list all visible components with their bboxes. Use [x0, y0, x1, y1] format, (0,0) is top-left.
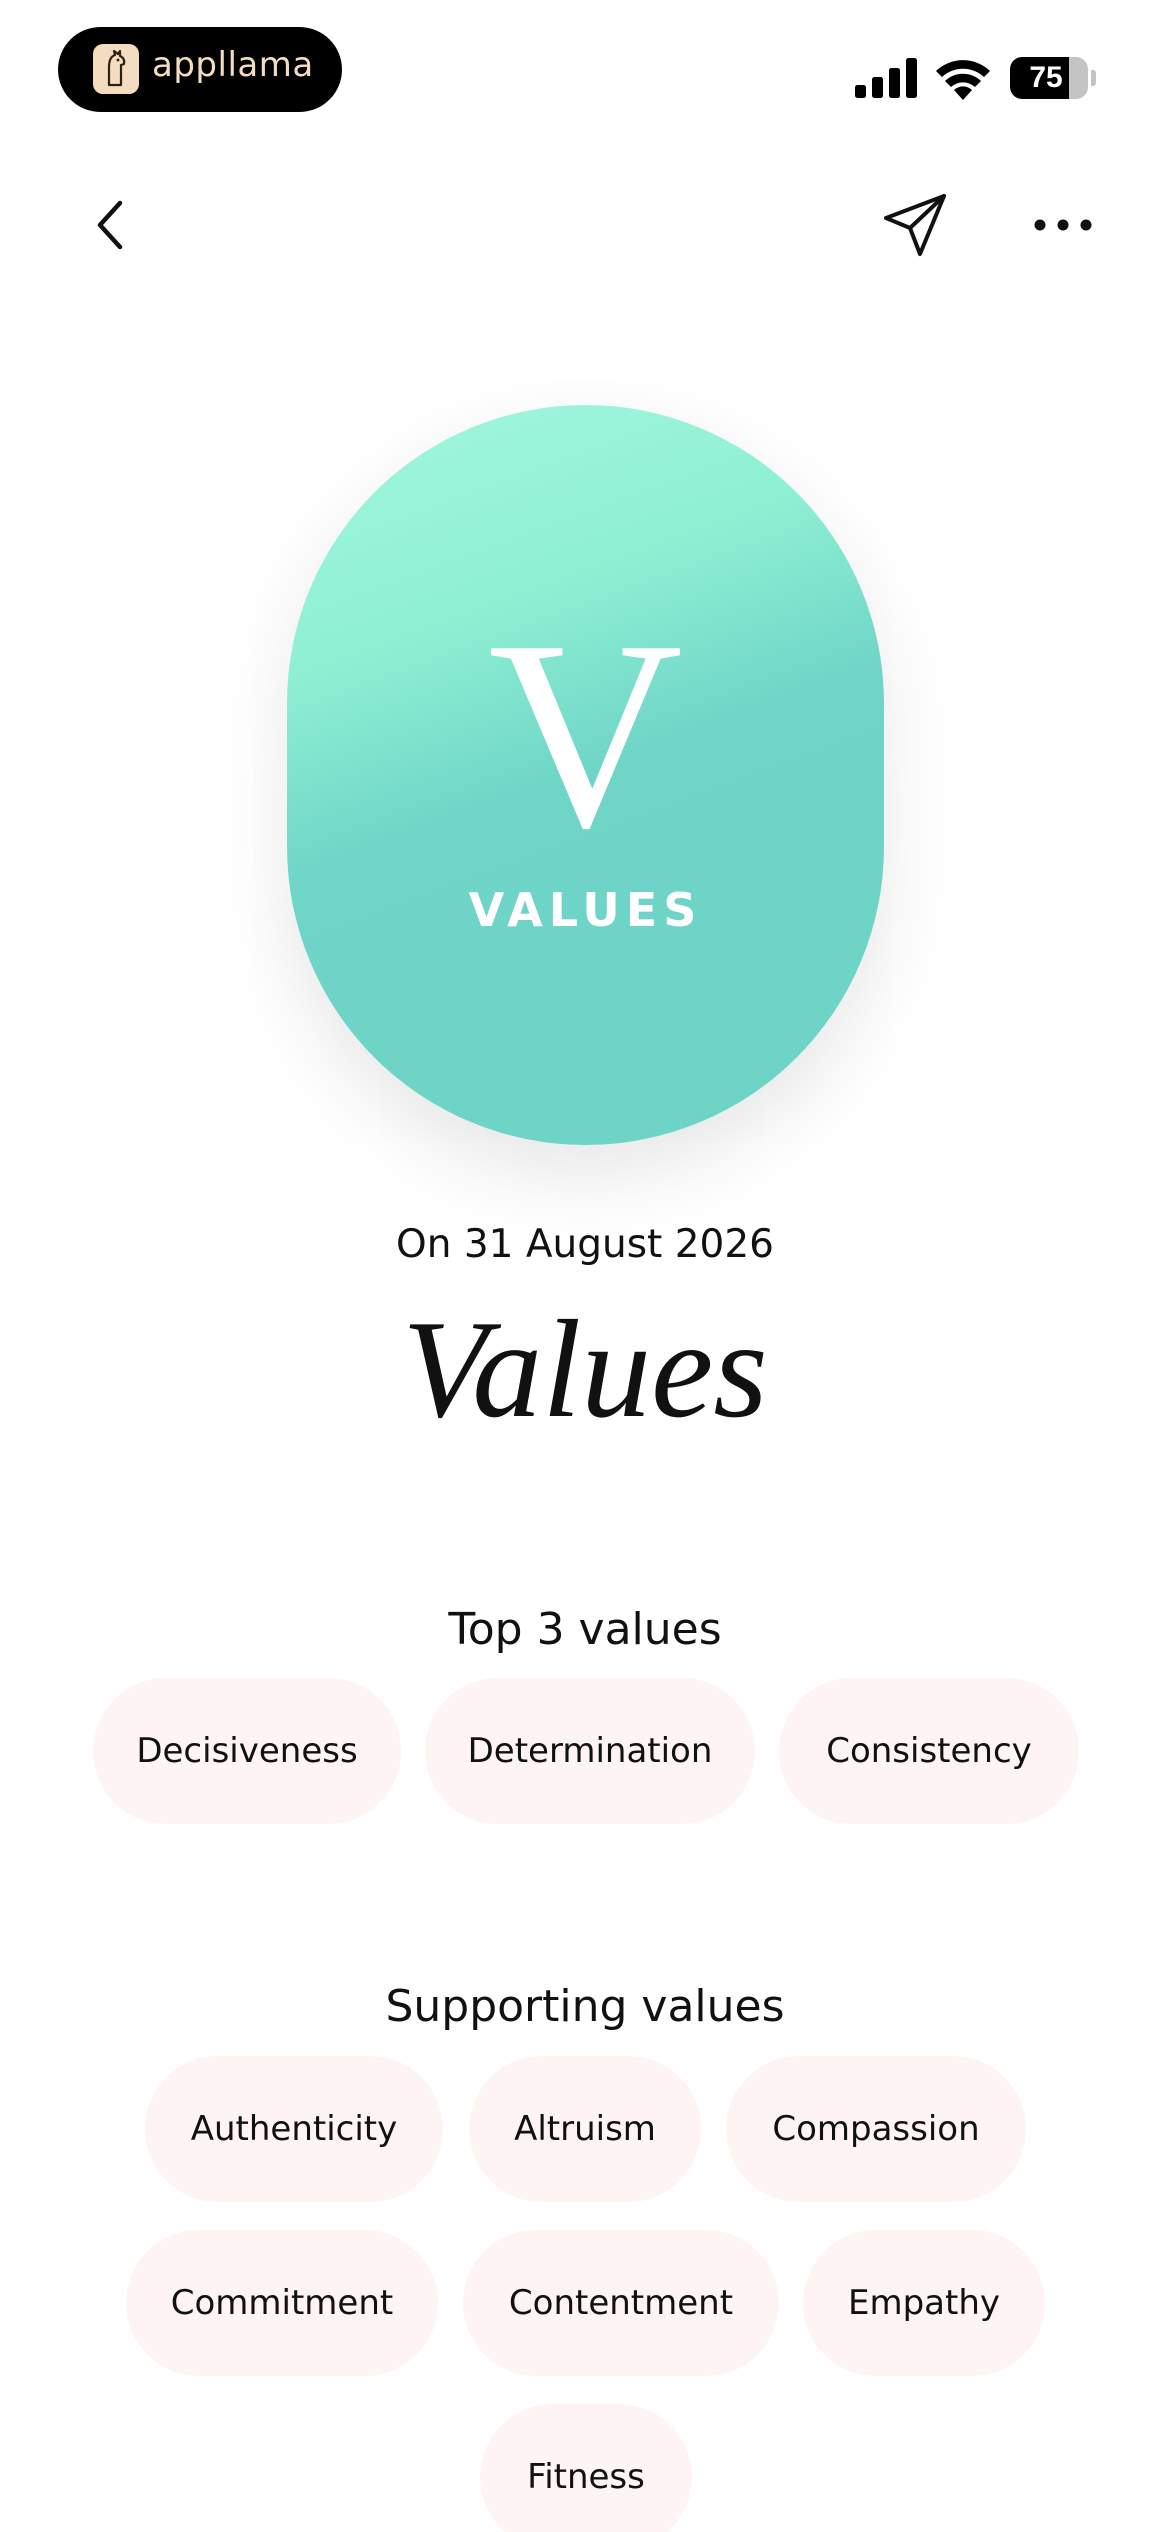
supporting-value-chip[interactable]: Contentment [463, 2230, 779, 2376]
app-name-label: appllama [152, 45, 314, 85]
top-value-chip[interactable]: Determination [425, 1678, 755, 1824]
wifi-icon [936, 60, 990, 100]
badge-label: VALUES [468, 883, 703, 937]
supporting-value-chip[interactable]: Empathy [803, 2230, 1045, 2376]
supporting-value-chip[interactable]: Compassion [726, 2056, 1026, 2202]
battery-percent: 75 [1029, 61, 1063, 94]
more-options-button[interactable] [1028, 200, 1098, 250]
badge-letter: V [488, 585, 683, 884]
supporting-value-chip[interactable]: Fitness [480, 2404, 692, 2532]
page-title: Values [402, 1292, 768, 1447]
top-value-chip[interactable]: Consistency [779, 1678, 1079, 1824]
battery-indicator: 75 [1010, 57, 1088, 99]
chevron-left-icon [97, 200, 123, 250]
cellular-signal-icon [855, 58, 917, 98]
top-value-chip[interactable]: Decisiveness [93, 1678, 401, 1824]
top-values-heading: Top 3 values [448, 1604, 722, 1655]
app-indicator-pill[interactable]: appllama [58, 27, 342, 112]
paper-plane-icon [884, 194, 946, 256]
battery-cap [1091, 70, 1096, 86]
supporting-value-chip[interactable]: Commitment [126, 2230, 438, 2376]
report-date: On 31 August 2026 [396, 1222, 774, 1267]
values-report-page: appllama 75 V VALUES On 31 August 2026 V… [0, 0, 1170, 2532]
llama-logo-icon [93, 44, 139, 94]
back-button[interactable] [80, 185, 140, 265]
supporting-value-chip[interactable]: Authenticity [145, 2056, 443, 2202]
share-button[interactable] [880, 190, 950, 260]
values-badge: V VALUES [287, 405, 884, 1145]
supporting-value-chip[interactable]: Altruism [469, 2056, 701, 2202]
ellipsis-icon [1034, 219, 1092, 231]
supporting-values-heading: Supporting values [385, 1981, 785, 2032]
status-bar: appllama 75 [0, 0, 1170, 130]
